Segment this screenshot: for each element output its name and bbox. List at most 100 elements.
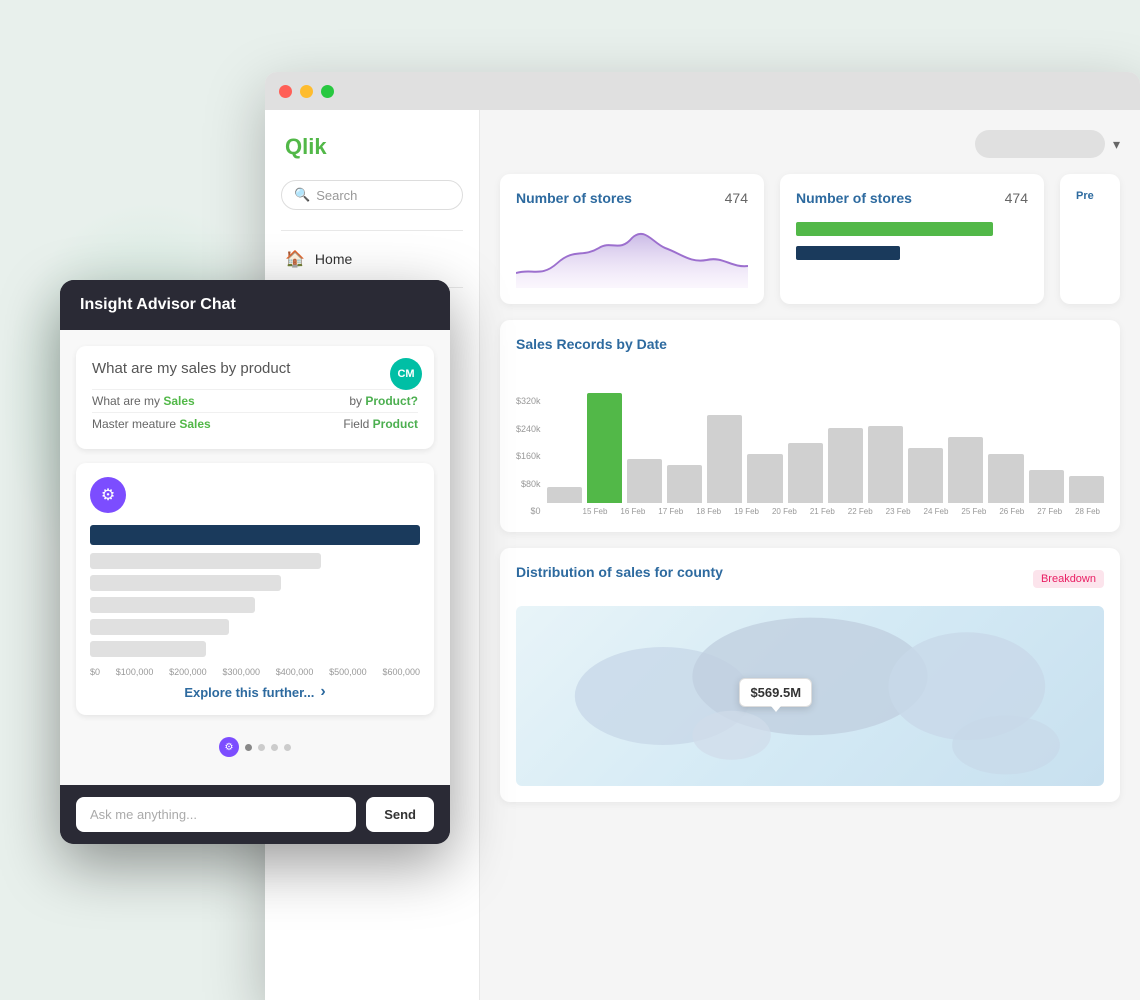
bar-label-6: $600,000 (382, 667, 420, 677)
minimize-dot[interactable] (300, 85, 313, 98)
bot-icon: ⚙ (90, 477, 126, 513)
y-label-3: $80k (516, 479, 541, 489)
result-bar-4 (90, 597, 255, 613)
vbar-6 (788, 443, 823, 503)
y-label-4: $0 (516, 506, 541, 516)
vbar-10 (948, 437, 983, 503)
dot-2[interactable] (258, 744, 265, 751)
sales-chart-card: Sales Records by Date $320k $240k $160k … (500, 320, 1120, 532)
product-keyword-1: Product? (365, 394, 418, 408)
vbar-8 (868, 426, 903, 503)
x-label-6: 21 Feb (806, 507, 839, 516)
chat-input[interactable]: Ask me anything... (76, 797, 356, 832)
stores-card-bar: Number of stores 474 (780, 174, 1044, 304)
vbar-1 (587, 393, 622, 503)
result-bar-2 (90, 553, 321, 569)
hbar-green (796, 222, 993, 236)
stores-card-area: Number of stores 474 (500, 174, 764, 304)
parse-row2-right: Field Product (343, 417, 418, 431)
bar-x-labels: $0 $100,000 $200,000 $300,000 $400,000 $… (90, 667, 420, 677)
map-title: Distribution of sales for county (516, 564, 723, 580)
chat-nav-icon[interactable]: ⚙ (219, 737, 239, 757)
x-label-8: 23 Feb (882, 507, 915, 516)
send-button[interactable]: Send (366, 797, 434, 832)
partial-card-label: Pre (1076, 190, 1104, 202)
dot-1[interactable] (245, 744, 252, 751)
parse-row1-left: What are my Sales (92, 394, 195, 408)
close-dot[interactable] (279, 85, 292, 98)
y-axis-labels: $320k $240k $160k $80k $0 (516, 396, 547, 516)
vbar-5 (747, 454, 782, 503)
x-label-11: 26 Feb (995, 507, 1028, 516)
result-bar-3 (90, 575, 281, 591)
card1-header: Number of stores 474 (516, 190, 748, 206)
header-bar: ▾ (500, 130, 1120, 158)
query-bubble: What are my sales by product CM What are… (76, 346, 434, 449)
explore-arrow-icon: › (320, 683, 325, 701)
chevron-down-icon[interactable]: ▾ (1113, 136, 1120, 153)
x-label-1: 16 Feb (616, 507, 649, 516)
card1-title: Number of stores (516, 190, 632, 206)
bar-label-4: $400,000 (276, 667, 314, 677)
chat-input-area: Ask me anything... Send (60, 785, 450, 844)
bars-area (547, 366, 1104, 503)
card2-title: Number of stores (796, 190, 912, 206)
result-bar-5 (90, 619, 229, 635)
explore-link[interactable]: Explore this further... › (90, 677, 420, 701)
search-icon: 🔍 (294, 187, 310, 203)
x-label-3: 18 Feb (692, 507, 725, 516)
chat-title: Insight Advisor Chat (80, 296, 236, 313)
sidebar-item-home[interactable]: 🏠 Home (265, 239, 479, 279)
stores-card-partial: Pre (1060, 174, 1120, 304)
area-chart-svg (516, 218, 748, 288)
chat-body: What are my sales by product CM What are… (60, 330, 450, 785)
card1-value: 474 (725, 190, 748, 206)
chat-dots: ⚙ (76, 729, 434, 769)
area-chart (516, 218, 748, 288)
bars-wrapper: 15 Feb 16 Feb 17 Feb 18 Feb 19 Feb 20 Fe… (547, 366, 1104, 516)
parse-row-2: Master meature Sales Field Product (92, 412, 418, 435)
map-tooltip-value: $569.5M (750, 685, 801, 700)
dot-4[interactable] (284, 744, 291, 751)
hbar-chart (796, 218, 1028, 260)
map-area: $569.5M (516, 606, 1104, 786)
vbar-13 (1069, 476, 1104, 503)
bar-label-0: $0 (90, 667, 100, 677)
logo-area: Qlik (265, 126, 479, 180)
vbar-0 (547, 487, 582, 503)
main-content: ▾ Number of stores 474 (480, 110, 1140, 1000)
map-tooltip: $569.5M (739, 678, 812, 707)
map-card: Distribution of sales for county Breakdo… (500, 548, 1120, 802)
search-box[interactable]: 🔍 Search (281, 180, 463, 210)
bar-label-3: $300,000 (222, 667, 260, 677)
vbar-4 (707, 415, 742, 503)
y-label-1: $240k (516, 424, 541, 434)
x-label-5: 20 Feb (768, 507, 801, 516)
search-input-label: Search (316, 188, 357, 203)
home-icon: 🏠 (285, 249, 305, 269)
x-label-7: 22 Feb (844, 507, 877, 516)
query-text: What are my sales by product (92, 360, 418, 377)
vbar-2 (627, 459, 662, 503)
chat-overlay: Insight Advisor Chat What are my sales b… (60, 280, 450, 844)
cards-row: Number of stores 474 (500, 174, 1120, 304)
parse-row1-right: by Product? (349, 394, 418, 408)
result-card: ⚙ $0 $100,000 $200,000 $300,000 $400,000… (76, 463, 434, 715)
vbar-9 (908, 448, 943, 503)
parse-row2-left: Master meature Sales (92, 417, 211, 431)
app-logo: Qlik (285, 134, 327, 159)
x-label-12: 27 Feb (1033, 507, 1066, 516)
y-label-0: $320k (516, 396, 541, 406)
dot-3[interactable] (271, 744, 278, 751)
bar-label-2: $200,000 (169, 667, 207, 677)
hbar-navy (796, 246, 900, 260)
card2-header: Number of stores 474 (796, 190, 1028, 206)
x-label-9: 24 Feb (920, 507, 953, 516)
maximize-dot[interactable] (321, 85, 334, 98)
sales-keyword-1: Sales (163, 394, 194, 408)
x-label-0: 15 Feb (579, 507, 612, 516)
y-label-2: $160k (516, 451, 541, 461)
sales-chart-area: $320k $240k $160k $80k $0 (516, 366, 1104, 516)
vbar-12 (1029, 470, 1064, 503)
sidebar-item-home-label: Home (315, 251, 352, 267)
